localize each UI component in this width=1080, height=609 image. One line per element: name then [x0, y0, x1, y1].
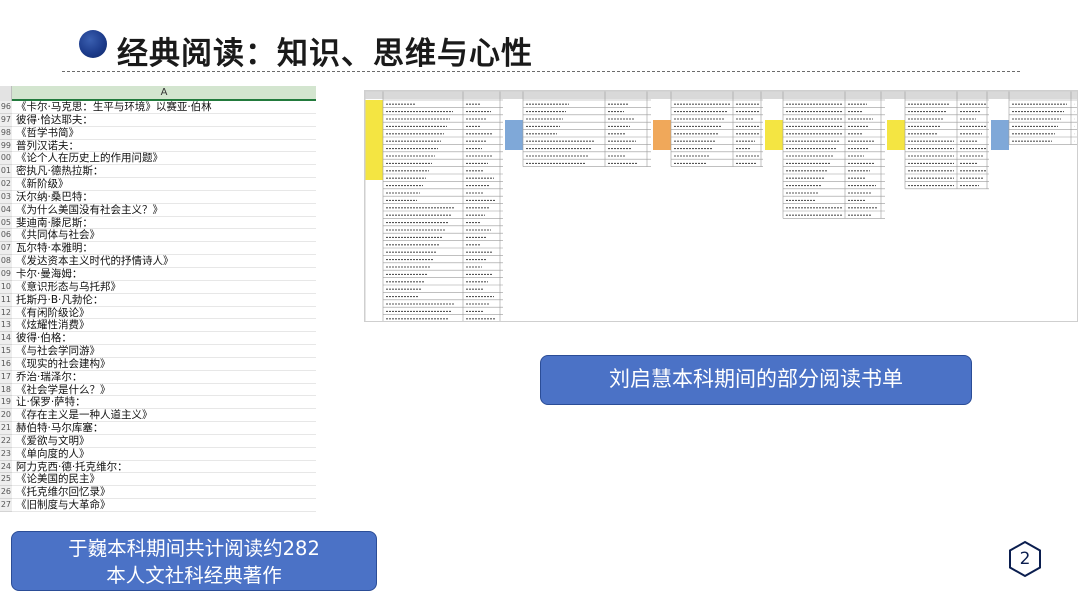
row-number[interactable]: 23 — [0, 447, 12, 461]
row-number[interactable]: 02 — [0, 178, 12, 191]
page-number: 2 — [1019, 549, 1031, 569]
sheet-cell[interactable]: 密执凡·德热拉斯： — [12, 165, 316, 179]
sheet-cell[interactable]: 托斯丹·B·凡勃伦： — [12, 294, 316, 307]
row-number[interactable]: 20 — [0, 409, 12, 423]
column-a-header[interactable]: A — [12, 86, 316, 101]
sheet-cell[interactable]: 《发达资本主义时代的抒情诗人》 — [12, 255, 316, 268]
row-number[interactable]: 03 — [0, 190, 12, 204]
sheet-cell[interactable]: 《存在主义是一种人道主义》 — [12, 409, 316, 423]
row-number[interactable]: 04 — [0, 203, 12, 217]
sheet-cell[interactable]: 《意识形态与乌托邦》 — [12, 281, 316, 294]
row-number[interactable]: 05 — [0, 216, 12, 230]
sheet-cell[interactable]: 《卡尔·马克思：生平与环境》以赛亚·伯林 — [12, 101, 316, 114]
row-number[interactable]: 14 — [0, 332, 12, 346]
row-number[interactable]: 27 — [0, 499, 12, 512]
row-number[interactable]: 06 — [0, 229, 12, 243]
table-outer-border — [365, 91, 1077, 321]
row-number[interactable]: 98 — [0, 126, 12, 140]
row-number[interactable]: 01 — [0, 165, 12, 179]
sheet-cell[interactable]: 乔治·瑞泽尔： — [12, 371, 316, 384]
sheet-cell[interactable]: 《论美国的民主》 — [12, 473, 316, 487]
group-color-strip — [765, 120, 783, 150]
sheet-cell[interactable]: 卡尔·曼海姆： — [12, 268, 316, 281]
table-header-band — [365, 91, 1077, 99]
sheet-cell[interactable]: 《共同体与社会》 — [12, 229, 316, 243]
row-number[interactable]: 13 — [0, 319, 12, 333]
sheet-cell[interactable]: 《托克维尔回忆录》 — [12, 486, 316, 500]
sheet-column-header-bar: A — [0, 86, 316, 101]
sheet-cell[interactable]: 《论个人在历史上的作用问题》 — [12, 152, 316, 166]
sheet-cell[interactable]: 普列汉诺夫： — [12, 140, 316, 153]
row-number[interactable]: 25 — [0, 473, 12, 487]
sheet-cell[interactable]: 《炫耀性消费》 — [12, 319, 316, 333]
row-number[interactable]: 17 — [0, 370, 12, 384]
row-number[interactable]: 12 — [0, 306, 12, 320]
sheet-cell[interactable]: 沃尔纳·桑巴特： — [12, 191, 316, 204]
sheet-cell[interactable]: 《社会学是什么？》 — [12, 384, 316, 397]
reading-list-spreadsheet: A 96 97 98 99 00 01 02 03 04 05 06 07 08 09 10 11 12 13 14… — [0, 86, 316, 512]
sheet-cell[interactable]: 赫伯特·马尔库塞： — [12, 422, 316, 435]
row-number[interactable]: 11 — [0, 293, 12, 307]
slide: 经典阅读：知识、思维与心性 A 96 97 98 99 00 01 02 03 04 05 06 07… — [0, 0, 1080, 609]
sheet-row-numbers: 96 97 98 99 00 01 02 03 04 05 06 07 08 09 10 11 12 13 14 15… — [0, 101, 12, 512]
page-number-badge: 2 — [1006, 540, 1044, 578]
caption-book-count-line1: 于巍本科期间共计阅读约282 — [68, 537, 320, 560]
row-number[interactable]: 96 — [0, 101, 12, 114]
group-color-strip — [365, 100, 383, 180]
sheet-cell[interactable]: 彼得·伯格： — [12, 332, 316, 346]
sheet-cell[interactable]: 《旧制度与大革命》 — [12, 499, 316, 512]
row-number[interactable]: 16 — [0, 357, 12, 371]
sheet-rows: 《卡尔·马克思：生平与环境》以赛亚·伯林 彼得·恰达耶夫： 《哲学书简》 普列汉诺夫：… — [12, 101, 316, 512]
sheet-cell[interactable]: 瓦尔特·本雅明： — [12, 242, 316, 256]
caption-book-count-line2: 本人文社科经典著作 — [106, 564, 282, 587]
row-number[interactable]: 00 — [0, 152, 12, 166]
sheet-corner-cell[interactable] — [0, 86, 12, 101]
sheet-cell[interactable]: 斐迪南·滕尼斯： — [12, 217, 316, 230]
row-number[interactable]: 24 — [0, 460, 12, 474]
row-number[interactable]: 26 — [0, 486, 12, 500]
sheet-cell[interactable]: 《现实的社会建构》 — [12, 358, 316, 371]
sheet-cell[interactable]: 《单向度的人》 — [12, 448, 316, 461]
sheet-cell[interactable]: 彼得·恰达耶夫： — [12, 114, 316, 127]
title-bullet-icon — [79, 30, 107, 58]
row-number[interactable]: 08 — [0, 255, 12, 268]
row-number[interactable]: 97 — [0, 113, 12, 127]
row-number[interactable]: 09 — [0, 267, 12, 281]
sheet-cell[interactable]: 《爱欲与文明》 — [12, 435, 316, 448]
sheet-cell[interactable]: 《为什么美国没有社会主义？》 — [12, 204, 316, 217]
title-divider — [62, 71, 1020, 72]
row-number[interactable]: 99 — [0, 139, 12, 153]
sheet-cell[interactable]: 阿力克西·德·托克维尔： — [12, 461, 316, 474]
sheet-cell[interactable]: 《有闲阶级论》 — [12, 307, 316, 320]
row-number[interactable]: 18 — [0, 383, 12, 397]
group-color-strip — [991, 120, 1009, 150]
row-number[interactable]: 22 — [0, 434, 12, 448]
sheet-cell[interactable]: 《哲学书简》 — [12, 127, 316, 140]
row-number[interactable]: 19 — [0, 396, 12, 410]
caption-book-count: 于巍本科期间共计阅读约282 本人文社科经典著作 — [11, 531, 377, 591]
sheet-cell[interactable]: 让·保罗·萨特： — [12, 396, 316, 410]
row-number[interactable]: 07 — [0, 242, 12, 256]
row-number[interactable]: 15 — [0, 345, 12, 358]
sheet-cell[interactable]: 《新阶级》 — [12, 178, 316, 191]
sheet-cell[interactable]: 《与社会学同游》 — [12, 345, 316, 358]
group-color-strip — [505, 120, 523, 150]
row-number[interactable]: 10 — [0, 280, 12, 294]
book-list-table-graphic — [365, 91, 1077, 321]
group-color-strip — [887, 120, 905, 150]
page-title: 经典阅读：知识、思维与心性 — [117, 36, 533, 72]
group-color-strip — [653, 120, 671, 150]
row-number[interactable]: 21 — [0, 422, 12, 435]
book-list-table-image — [364, 90, 1078, 322]
caption-reading-list: 刘启慧本科期间的部分阅读书单 — [540, 355, 972, 405]
